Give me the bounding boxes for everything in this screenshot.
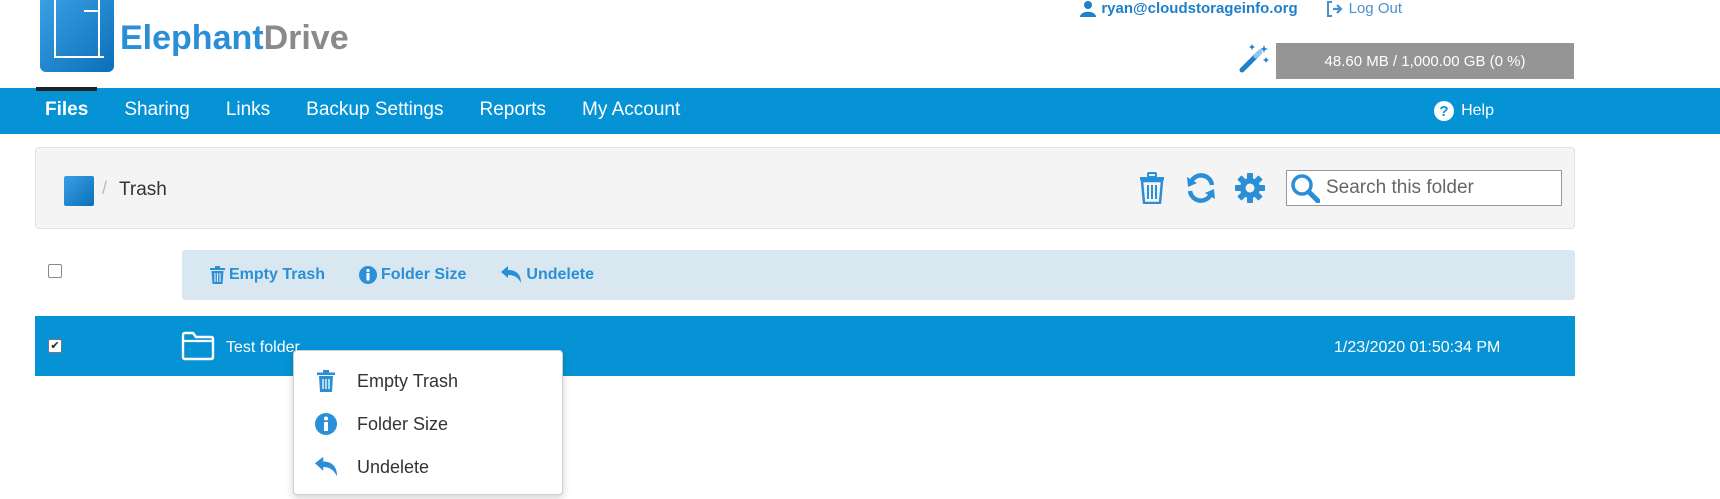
help-icon: ? — [1434, 101, 1455, 121]
context-menu-item-empty-trash[interactable]: Empty Trash — [294, 359, 562, 402]
context-menu-label: Folder Size — [357, 414, 449, 434]
undelete-button[interactable]: Undelete — [500, 266, 594, 284]
row-checkbox[interactable]: ✔ — [48, 339, 62, 353]
undo-icon — [501, 266, 522, 283]
action-bar: Empty Trash Folder Size Undelete — [182, 250, 1575, 300]
help-label: Help — [1461, 102, 1494, 119]
breadcrumb-current: Trash — [119, 179, 167, 200]
trash-icon — [317, 370, 335, 392]
refresh-icon — [1187, 173, 1215, 203]
file-date: 1/23/2020 01:50:34 PM — [1334, 339, 1501, 356]
settings-button[interactable] — [1232, 170, 1268, 206]
storage-quota-text: 48.60 MB / 1,000.00 GB (0 %) — [1324, 52, 1526, 70]
brand-name: ElephantDrive — [120, 18, 349, 57]
context-menu-item-folder-size[interactable]: Folder Size — [294, 402, 562, 445]
context-menu-item-undelete[interactable]: Undelete — [294, 445, 562, 488]
info-icon — [315, 413, 337, 435]
undelete-label: Undelete — [526, 266, 594, 283]
brand-logo[interactable]: ElephantDrive — [40, 0, 349, 72]
user-icon — [1080, 1, 1097, 17]
file-name[interactable]: Test folder — [226, 339, 300, 357]
nav-item-reports[interactable]: Reports — [470, 88, 555, 134]
nav-item-my-account[interactable]: My Account — [573, 88, 689, 134]
user-account-link[interactable]: ryan@cloudstorageinfo.org — [1080, 0, 1298, 17]
main-nav: Files Sharing Links Backup Settings Repo… — [0, 87, 1720, 134]
context-menu-label: Undelete — [357, 457, 430, 477]
folder-icon — [181, 331, 215, 361]
empty-trash-button[interactable]: Empty Trash — [210, 266, 325, 284]
trash-icon — [210, 266, 225, 284]
context-menu-label: Empty Trash — [357, 371, 459, 391]
checkmark-icon: ✔ — [50, 339, 60, 352]
logout-icon — [1326, 0, 1343, 17]
table-row[interactable]: ✔ Test folder 1/23/2020 01:50:34 PM — [35, 316, 1575, 376]
context-menu: Empty Trash Folder Size Undelete — [293, 350, 563, 495]
select-all-checkbox[interactable] — [48, 264, 62, 278]
storage-quota-bar: 48.60 MB / 1,000.00 GB (0 %) — [1276, 43, 1574, 79]
user-email: ryan@cloudstorageinfo.org — [1101, 0, 1298, 17]
breadcrumb-toolbar-panel: / Trash — [35, 147, 1575, 229]
elephant-logo-icon — [40, 0, 114, 72]
trash-icon — [1140, 172, 1164, 204]
folder-size-button[interactable]: Folder Size — [359, 266, 466, 284]
refresh-button[interactable] — [1183, 170, 1219, 206]
home-folder-icon[interactable] — [64, 176, 94, 206]
search-input[interactable] — [1326, 177, 1556, 199]
breadcrumb-separator: / — [102, 178, 108, 198]
trash-toolbar-button[interactable] — [1134, 170, 1170, 206]
gear-icon — [1235, 173, 1265, 203]
folder-size-label: Folder Size — [381, 266, 467, 283]
logout-label: Log Out — [1348, 0, 1402, 17]
nav-item-sharing[interactable]: Sharing — [115, 88, 199, 134]
nav-item-links[interactable]: Links — [217, 88, 279, 134]
nav-item-files[interactable]: Files — [36, 87, 98, 134]
search-icon — [1291, 174, 1320, 203]
help-link[interactable]: ? Help — [1433, 88, 1494, 134]
logout-link[interactable]: Log Out — [1326, 0, 1402, 17]
empty-trash-label: Empty Trash — [229, 266, 326, 283]
info-icon — [359, 266, 378, 284]
search-box — [1286, 170, 1562, 206]
user-area: ryan@cloudstorageinfo.org Log Out — [1080, 0, 1402, 17]
svg-text:?: ? — [1440, 103, 1449, 120]
magic-wand-icon[interactable] — [1238, 42, 1270, 74]
nav-item-backup-settings[interactable]: Backup Settings — [297, 88, 452, 134]
undo-icon — [314, 456, 338, 477]
